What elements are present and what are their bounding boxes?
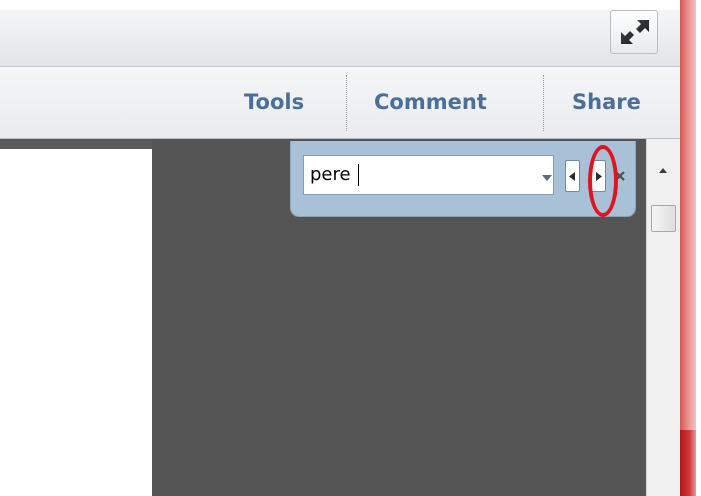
chevron-down-icon — [542, 175, 552, 181]
arrow-up-icon — [659, 168, 667, 173]
find-previous-button[interactable] — [565, 160, 580, 192]
find-bar — [290, 141, 636, 217]
tab-tools[interactable]: Tools — [244, 84, 304, 120]
toolbar: Tools Comment Share — [0, 67, 680, 139]
window-edge-shadow — [680, 430, 696, 496]
tab-separator — [543, 75, 544, 131]
find-input-container — [303, 155, 554, 195]
triangle-right-icon — [596, 172, 602, 181]
tab-share[interactable]: Share — [572, 84, 641, 120]
document-page — [0, 139, 152, 496]
close-icon — [615, 171, 625, 181]
scroll-thumb[interactable] — [651, 205, 676, 232]
find-input[interactable] — [304, 156, 530, 194]
find-close-button[interactable] — [614, 168, 626, 182]
maximize-button[interactable] — [610, 10, 658, 54]
title-bar — [0, 0, 680, 67]
scroll-up-button[interactable] — [653, 161, 673, 181]
expand-icon — [621, 20, 649, 44]
tab-comment[interactable]: Comment — [374, 84, 487, 120]
find-options-dropdown[interactable] — [541, 169, 553, 181]
pdf-viewer-window: Tools Comment Share — [0, 0, 701, 496]
window-edge — [680, 0, 696, 496]
find-next-button[interactable] — [591, 160, 606, 192]
vertical-scrollbar[interactable] — [646, 139, 680, 496]
tab-separator — [346, 75, 347, 131]
text-caret — [358, 164, 359, 186]
triangle-left-icon — [569, 172, 575, 181]
